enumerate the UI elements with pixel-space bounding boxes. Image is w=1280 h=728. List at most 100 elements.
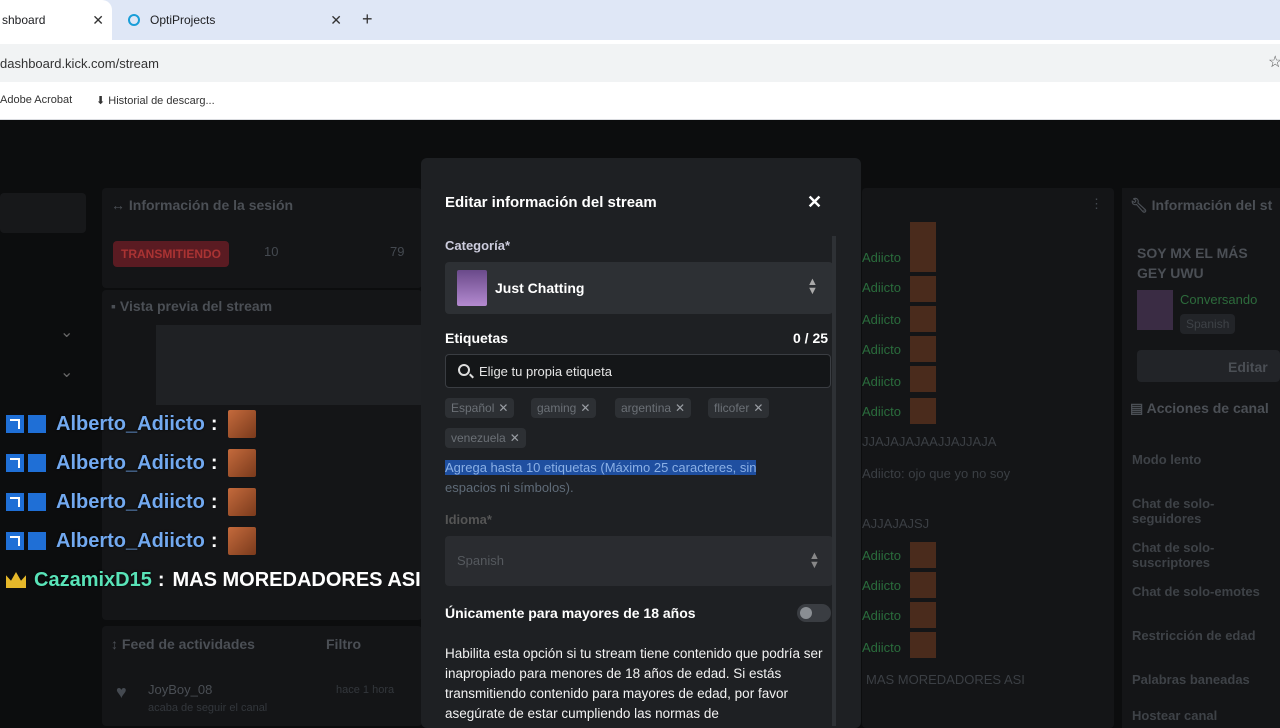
tag-chip-label: Español	[451, 401, 495, 415]
action-host-channel[interactable]: Hostear canal	[1132, 708, 1217, 723]
tag-chip-label: argentina	[621, 401, 672, 415]
tag-chip[interactable]: flicofer ✕	[708, 398, 770, 418]
tag-chip-label: gaming	[537, 401, 577, 415]
action-followers-only[interactable]: Chat de solo-seguidores	[1132, 496, 1280, 526]
preview-icon: ▪	[111, 298, 120, 314]
subscriber-badge-icon	[28, 532, 46, 550]
tag-input-placeholder: Elige tu propia etiqueta	[479, 364, 612, 379]
emote-thumbnail	[910, 542, 936, 568]
emote-thumbnail	[910, 366, 936, 392]
tags-label: Etiquetas	[445, 330, 509, 346]
address-field[interactable]	[0, 44, 1280, 82]
url-text[interactable]: dashboard.kick.com/stream	[0, 56, 159, 71]
chat-user: Adiicto	[862, 608, 902, 623]
bookmark-adobe-acrobat[interactable]: Adobe Acrobat	[0, 94, 72, 106]
actions-icon: ▤	[1130, 400, 1147, 416]
chat-user: Adiicto	[862, 404, 902, 419]
stream-status: Conversando	[1180, 292, 1258, 307]
edit-stream-label: Editar	[1228, 359, 1268, 375]
chevron-down-icon[interactable]: ⌄	[60, 322, 73, 342]
bookmark-download-history[interactable]: ⬇ Historial de descarg...	[96, 94, 215, 107]
stat-value-1: 10	[264, 244, 279, 259]
close-tab-icon[interactable]: ✕	[330, 12, 342, 29]
chat-message: AJJAJAJSJ	[862, 516, 930, 531]
more-options-icon[interactable]: ⋮	[1090, 196, 1103, 212]
crown-badge-icon	[6, 572, 26, 588]
live-status-badge: TRANSMITIENDO	[113, 241, 229, 267]
select-arrows-icon: ▲ ▼	[807, 276, 818, 297]
overlay-chat-line: Alberto_Adiicto:	[6, 448, 256, 478]
stream-info-title: 🔧︎ Información del st	[1130, 197, 1272, 214]
chat-user: Adiicto	[862, 640, 902, 655]
select-arrows-icon: ▲ ▼	[809, 550, 820, 571]
close-tab-icon[interactable]: ✕	[92, 12, 104, 29]
stream-preview-thumbnail[interactable]	[156, 325, 426, 405]
tag-chip[interactable]: argentina ✕	[615, 398, 692, 418]
stat-value-2: 79	[390, 244, 405, 259]
address-bar-area	[0, 40, 1280, 86]
subscriber-badge-icon	[28, 454, 46, 472]
chat-user: Adiicto	[862, 578, 902, 593]
close-icon[interactable]: ✕	[807, 192, 822, 213]
adult-only-toggle[interactable]	[797, 604, 831, 622]
overlay-chat-colon: :	[210, 451, 218, 474]
tab-label: shboard	[2, 13, 46, 27]
language-select[interactable]: Spanish ▲ ▼	[445, 536, 833, 586]
sidebar-item-active[interactable]	[0, 193, 86, 233]
adult-only-label: Únicamente para mayores de 18 años	[445, 605, 696, 621]
tag-search-input[interactable]: Elige tu propia etiqueta	[445, 354, 831, 388]
search-icon	[458, 364, 470, 376]
emote-thumbnail	[910, 306, 936, 332]
emote-thumbnail	[910, 336, 936, 362]
remove-tag-icon[interactable]: ✕	[753, 401, 763, 415]
tab-optiprojects[interactable]: OptiProjects ✕	[118, 0, 350, 40]
tag-chip[interactable]: Español ✕	[445, 398, 515, 418]
edit-stream-modal: Editar información del stream ✕ Categorí…	[421, 158, 861, 728]
action-emotes-only[interactable]: Chat de solo-emotes	[1132, 584, 1260, 599]
action-banned-words[interactable]: Palabras baneadas	[1132, 672, 1250, 687]
modal-scrollbar[interactable]	[832, 236, 836, 726]
remove-tag-icon[interactable]: ✕	[510, 431, 520, 445]
stream-info-title-text: Información del st	[1151, 197, 1273, 213]
tags-help-text: Agrega hasta 10 etiquetas (Máximo 25 car…	[445, 458, 805, 498]
feed-icon: ↕	[111, 636, 122, 652]
tag-chip[interactable]: gaming ✕	[531, 398, 597, 418]
action-age-restriction[interactable]: Restricción de edad	[1132, 628, 1256, 643]
overlay-chat-colon: :	[210, 490, 218, 513]
expand-icon: ↔	[111, 197, 129, 213]
feed-user: JoyBoy_08	[148, 682, 213, 697]
remove-tag-icon[interactable]: ✕	[498, 401, 508, 415]
modal-title: Editar información del stream	[445, 194, 657, 211]
category-select[interactable]: Just Chatting ▲ ▼	[445, 262, 833, 314]
verified-badge-icon	[6, 454, 24, 472]
action-subscribers-only[interactable]: Chat de solo-suscriptores	[1132, 540, 1280, 570]
wrench-icon: 🔧︎	[1130, 197, 1152, 213]
emote-thumbnail	[910, 632, 936, 658]
tab-dashboard[interactable]: shboard ✕	[0, 0, 112, 40]
remove-tag-icon[interactable]: ✕	[675, 401, 685, 415]
feed-filter-button[interactable]: Filtro	[326, 636, 361, 652]
tag-chip[interactable]: venezuela ✕	[445, 428, 526, 448]
overlay-chat-user: Alberto_Adiicto	[56, 490, 205, 513]
heart-icon: ♥	[116, 682, 127, 702]
bookmark-label: Historial de descarg...	[108, 95, 215, 107]
tags-count: 0 / 25	[793, 330, 829, 346]
overlay-chat-line: Alberto_Adiicto:	[6, 526, 256, 556]
chevron-down-icon[interactable]: ⌄	[60, 362, 73, 382]
browser-tab-bar: shboard ✕ OptiProjects ✕ +	[0, 0, 1280, 40]
new-tab-button[interactable]: +	[362, 10, 373, 28]
stream-tag: Spanish	[1180, 314, 1236, 334]
activity-feed-title: ↕ Feed de actividades	[111, 636, 255, 652]
session-info-title: ↔ Información de la sesión	[111, 197, 293, 213]
chat-message: JJAJAJAJAAJJAJJAJA	[862, 434, 997, 449]
stream-preview-title-text: Vista previa del stream	[119, 298, 273, 314]
overlay-chat-line: Alberto_Adiicto:	[6, 409, 256, 439]
verified-badge-icon	[6, 493, 24, 511]
action-slow-mode[interactable]: Modo lento	[1132, 452, 1201, 467]
category-label: Categoría*	[445, 238, 511, 253]
remove-tag-icon[interactable]: ✕	[580, 401, 590, 415]
overlay-chat-colon: :	[210, 529, 218, 552]
bookmark-star-icon[interactable]: ☆	[1268, 52, 1280, 72]
tag-chip-label: venezuela	[451, 431, 506, 445]
stream-title: SOY MX EL MÁS GEY UWU	[1137, 245, 1248, 281]
